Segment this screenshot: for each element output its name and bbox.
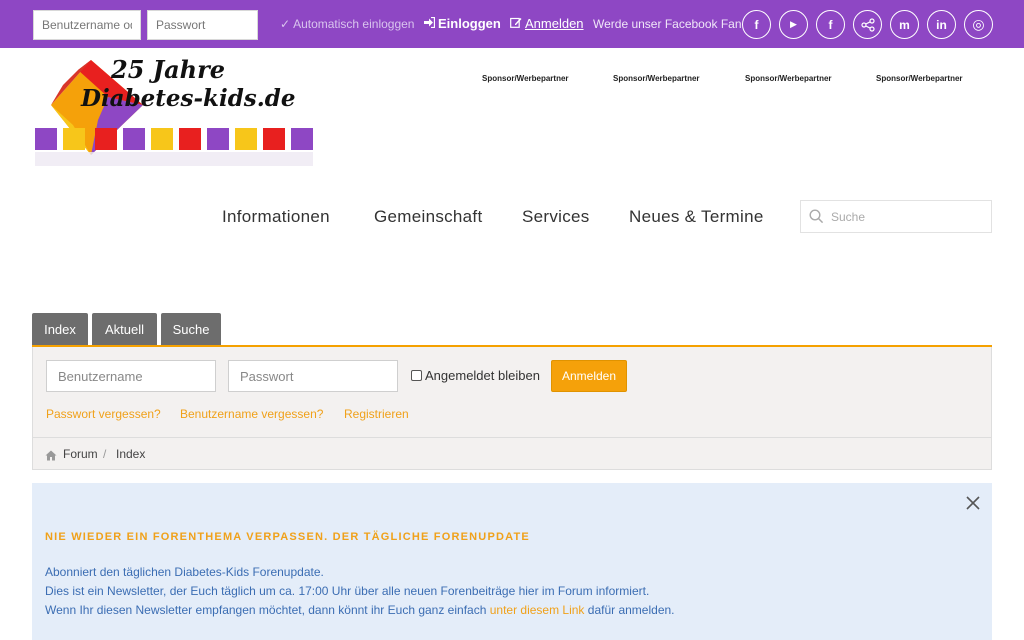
check-icon: ✓ xyxy=(280,17,291,31)
site-search xyxy=(800,200,992,233)
notice-line-3-tail: dafür anmelden. xyxy=(584,603,675,617)
notice-line-3-text: Wenn Ihr diesen Newsletter empfangen möc… xyxy=(45,603,490,617)
nav-item-gemeinschaft[interactable]: Gemeinschaft xyxy=(374,207,482,227)
sponsor-slot[interactable]: Sponsor/Werbepartner xyxy=(876,74,963,83)
topbar-username-input[interactable] xyxy=(33,10,141,40)
site-logo[interactable]: 25 Jahre Diabetes-kids.de xyxy=(33,55,323,175)
newsletter-notice: NIE WIEDER EIN FORENTHEMA VERPASSEN. DER… xyxy=(32,483,992,640)
tab-aktuell[interactable]: Aktuell xyxy=(92,313,157,345)
forgot-username-link[interactable]: Benutzername vergessen? xyxy=(180,407,323,421)
forgot-password-link[interactable]: Passwort vergessen? xyxy=(46,407,161,421)
newsletter-signup-link[interactable]: unter diesem Link xyxy=(490,603,585,617)
topbar-register-label: Anmelden xyxy=(525,16,584,31)
logo-line2: Diabetes-kids.de xyxy=(81,85,296,112)
topbar-register-link[interactable]: Anmelden xyxy=(510,16,584,31)
remember-me-label: Angemeldet bleiben xyxy=(425,368,540,383)
topbar-remember-checkbox[interactable]: ✓ Automatisch einloggen xyxy=(280,17,414,31)
sign-in-icon xyxy=(423,16,436,31)
instagram-icon[interactable]: ◎ xyxy=(964,10,993,39)
tab-index[interactable]: Index xyxy=(32,313,88,345)
breadcrumb-separator: / xyxy=(103,447,107,461)
topbar-login-label: Einloggen xyxy=(438,16,501,31)
breadcrumb: Forum / Index xyxy=(32,437,992,470)
breadcrumb-forum[interactable]: Forum xyxy=(63,447,98,461)
top-bar: ✓Automatisch einloggen Einloggen Anmelde… xyxy=(0,0,1024,48)
notice-title: NIE WIEDER EIN FORENTHEMA VERPASSEN. DER… xyxy=(45,531,530,543)
password-input[interactable] xyxy=(228,360,398,392)
sponsor-slot[interactable]: Sponsor/Werbepartner xyxy=(613,74,700,83)
notice-line-2: Dies ist ein Newsletter, der Euch täglic… xyxy=(45,584,650,598)
mastodon-icon[interactable]: m xyxy=(890,10,919,39)
nav-item-services[interactable]: Services xyxy=(522,207,590,227)
topbar-login-link[interactable]: Einloggen xyxy=(423,16,501,31)
login-panel: Angemeldet bleiben Anmelden Passwort ver… xyxy=(32,347,992,437)
linkedin-icon[interactable]: in xyxy=(927,10,956,39)
facebook-icon[interactable]: f xyxy=(816,10,845,39)
edit-icon xyxy=(510,16,522,31)
username-input[interactable] xyxy=(46,360,216,392)
remember-me-checkbox[interactable]: Angemeldet bleiben xyxy=(411,368,540,383)
notice-line-3: Wenn Ihr diesen Newsletter empfangen möc… xyxy=(45,603,675,617)
tab-suche[interactable]: Suche xyxy=(161,313,221,345)
home-icon[interactable] xyxy=(45,448,57,466)
topbar-remember-label: Automatisch einloggen xyxy=(293,17,415,31)
nav-item-neues-termine[interactable]: Neues & Termine xyxy=(629,207,764,227)
youtube-icon[interactable]: ▶ xyxy=(779,10,808,39)
sponsor-slot[interactable]: Sponsor/Werbepartner xyxy=(482,74,569,83)
breadcrumb-index: Index xyxy=(116,447,146,461)
share-icon[interactable] xyxy=(853,10,882,39)
facebook-fan-link[interactable]: Werde unser Facebook Fan xyxy=(593,17,742,31)
register-link[interactable]: Registrieren xyxy=(344,407,409,421)
search-icon[interactable] xyxy=(809,209,824,229)
notice-line-1: Abonniert den täglichen Diabetes-Kids Fo… xyxy=(45,565,324,579)
checkbox-box[interactable] xyxy=(411,370,422,381)
topbar-password-input[interactable] xyxy=(147,10,258,40)
sponsor-slot[interactable]: Sponsor/Werbepartner xyxy=(745,74,832,83)
logo-line1: 25 Jahre xyxy=(111,55,226,84)
facebook-icon[interactable]: f xyxy=(742,10,771,39)
close-icon[interactable] xyxy=(966,496,980,515)
login-button[interactable]: Anmelden xyxy=(551,360,627,392)
search-input[interactable] xyxy=(831,206,981,228)
nav-item-informationen[interactable]: Informationen xyxy=(222,207,330,227)
